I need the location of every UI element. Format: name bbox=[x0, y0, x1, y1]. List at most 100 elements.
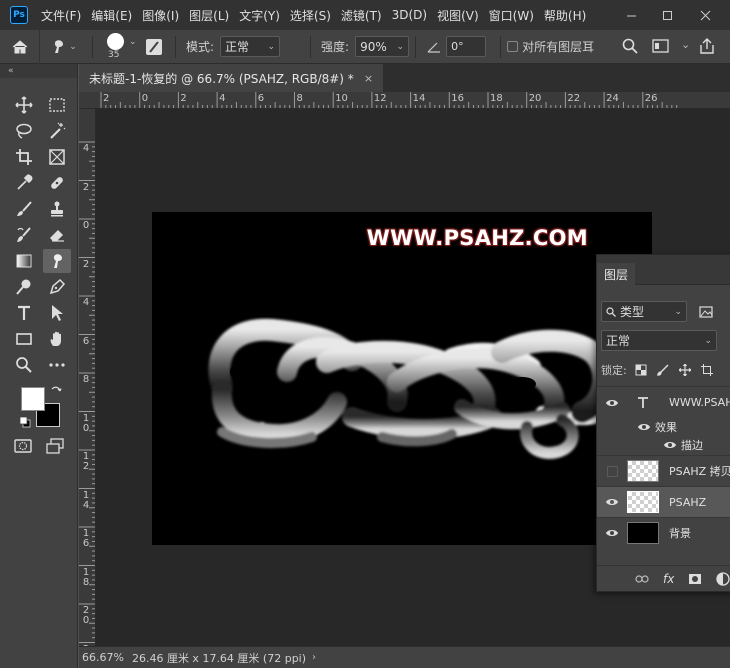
magic-wand-tool[interactable] bbox=[43, 119, 71, 143]
path-selection-tool[interactable] bbox=[43, 301, 71, 325]
stroke-effect-row[interactable]: 描边 bbox=[597, 436, 730, 454]
ruler-label: 0 bbox=[82, 220, 90, 231]
lock-artboard-icon[interactable] bbox=[700, 364, 713, 376]
menu-help[interactable]: 帮助(H) bbox=[539, 7, 591, 24]
crop-tool[interactable] bbox=[10, 145, 38, 169]
filter-kind-dropdown[interactable]: 类型 ⌄ bbox=[601, 301, 687, 322]
pen-tool[interactable] bbox=[43, 275, 71, 299]
brush-tool[interactable] bbox=[10, 197, 38, 221]
share-button[interactable] bbox=[698, 37, 716, 58]
minimize-button[interactable] bbox=[614, 0, 648, 30]
edit-toolbar-button[interactable] bbox=[43, 353, 71, 377]
chevron-down-icon[interactable]: ⌄ bbox=[681, 38, 690, 51]
tab-layers[interactable]: 图层 bbox=[597, 263, 635, 285]
sample-all-layers-checkbox[interactable] bbox=[507, 41, 519, 52]
healing-brush-tool[interactable] bbox=[43, 171, 71, 195]
ruler-label: 20 bbox=[82, 605, 90, 626]
add-layer-style-button[interactable]: fx bbox=[663, 572, 674, 586]
angle-value: 0° bbox=[451, 40, 464, 53]
image-filter-icon[interactable] bbox=[699, 305, 713, 318]
document-tab[interactable]: 未标题-1-恢复的 @ 66.7% (PSAHZ, RGB/8#) * × bbox=[79, 64, 384, 92]
quick-mask-button[interactable] bbox=[13, 437, 33, 458]
zoom-level[interactable]: 66.67% bbox=[82, 651, 124, 664]
menu-image[interactable]: 图像(I) bbox=[137, 7, 184, 24]
rectangle-tool[interactable] bbox=[10, 327, 38, 351]
menu-select[interactable]: 选择(S) bbox=[285, 7, 336, 24]
visibility-toggle[interactable] bbox=[597, 465, 627, 477]
link-layers-icon[interactable] bbox=[635, 574, 649, 584]
menu-view[interactable]: 视图(V) bbox=[432, 7, 484, 24]
minimize-icon bbox=[626, 15, 636, 16]
visibility-toggle[interactable] bbox=[597, 440, 681, 450]
layer-row-psahz[interactable]: PSAHZ bbox=[597, 486, 730, 517]
zoom-tool[interactable] bbox=[10, 353, 38, 377]
divider bbox=[415, 35, 417, 58]
screen-mode-button[interactable] bbox=[45, 437, 65, 458]
foreground-color-swatch[interactable] bbox=[21, 387, 45, 411]
mode-dropdown[interactable]: 正常 ⌄ bbox=[220, 36, 281, 57]
menu-edit[interactable]: 编辑(E) bbox=[86, 7, 137, 24]
visibility-toggle[interactable] bbox=[597, 497, 627, 507]
ruler-label: 2 bbox=[82, 258, 90, 270]
chevron-down-icon: ⌄ bbox=[69, 41, 77, 52]
lasso-tool[interactable] bbox=[10, 119, 38, 143]
visibility-toggle[interactable] bbox=[597, 528, 627, 538]
ruler-label: 6 bbox=[257, 93, 265, 104]
hand-tool[interactable] bbox=[43, 327, 71, 351]
marquee-tool[interactable] bbox=[43, 93, 71, 117]
tool-preset-picker[interactable]: ⌄ bbox=[40, 38, 86, 56]
history-brush-tool[interactable] bbox=[10, 223, 38, 247]
dodge-tool[interactable] bbox=[10, 275, 38, 299]
visibility-toggle[interactable] bbox=[597, 398, 627, 408]
arrow-cursor-icon bbox=[52, 305, 63, 321]
ruler-label: 14 bbox=[82, 489, 90, 511]
brush-preset-picker[interactable]: 35 ⌄ bbox=[99, 30, 139, 64]
type-tool[interactable] bbox=[10, 301, 38, 325]
strength-label: 强度: bbox=[321, 40, 350, 54]
layer-filter-row: 类型 ⌄ bbox=[601, 301, 713, 322]
blend-mode-dropdown[interactable]: 正常 ⌄ bbox=[601, 330, 717, 351]
brush-settings-button[interactable] bbox=[139, 38, 169, 56]
layer-row-background[interactable]: 背景 bbox=[597, 517, 730, 548]
menu-file[interactable]: 文件(F) bbox=[36, 7, 86, 24]
eyedropper-tool[interactable] bbox=[10, 171, 38, 195]
lock-position-icon[interactable] bbox=[678, 364, 691, 376]
layer-name: WWW.PSAH bbox=[669, 396, 730, 409]
clone-stamp-tool[interactable] bbox=[43, 197, 71, 221]
add-mask-icon[interactable] bbox=[688, 573, 702, 585]
move-tool[interactable] bbox=[10, 93, 38, 117]
status-menu-arrow-icon[interactable]: › bbox=[312, 652, 316, 663]
smudge-tool[interactable] bbox=[43, 249, 71, 273]
menu-filter[interactable]: 滤镜(T) bbox=[336, 7, 387, 24]
search-button[interactable] bbox=[622, 38, 638, 57]
layer-effects-row[interactable]: 效果 bbox=[597, 418, 730, 436]
gradient-tool[interactable] bbox=[10, 249, 38, 273]
layer-row-text[interactable]: WWW.PSAH bbox=[597, 386, 730, 418]
default-colors-icon[interactable] bbox=[19, 416, 31, 428]
visibility-toggle[interactable] bbox=[597, 422, 655, 432]
mode-label: 模式: bbox=[186, 40, 215, 54]
swap-colors-icon[interactable] bbox=[50, 385, 62, 397]
menu-type[interactable]: 文字(Y) bbox=[234, 7, 285, 24]
adjustment-layer-icon[interactable] bbox=[716, 571, 730, 586]
menu-window[interactable]: 窗口(W) bbox=[484, 7, 539, 24]
lock-pixels-icon[interactable] bbox=[656, 364, 669, 376]
lock-transparent-icon[interactable] bbox=[635, 364, 647, 376]
document-canvas[interactable]: WWW.PSAHZ.COM bbox=[152, 212, 652, 545]
menu-layer[interactable]: 图层(L) bbox=[184, 7, 234, 24]
strength-field[interactable]: 90% ⌄ bbox=[355, 36, 410, 57]
search-icon bbox=[606, 306, 616, 317]
eraser-tool[interactable] bbox=[43, 223, 71, 247]
maximize-button[interactable] bbox=[650, 0, 684, 30]
menu-3d[interactable]: 3D(D) bbox=[387, 8, 432, 22]
angle-input[interactable]: 0° bbox=[446, 36, 487, 57]
layer-row-psahz-copy[interactable]: PSAHZ 拷贝 bbox=[597, 455, 730, 486]
close-tab-icon[interactable]: × bbox=[364, 72, 373, 85]
workspace-button[interactable] bbox=[652, 38, 670, 57]
close-window-button[interactable] bbox=[688, 0, 722, 30]
layers-panel: 图层 类型 ⌄ 正常 ⌄ 锁定: WWW.PSAH 效果 描边 PSAHZ 拷贝… bbox=[596, 254, 730, 592]
home-button[interactable] bbox=[0, 29, 40, 64]
stamp-icon bbox=[51, 201, 63, 217]
collapse-toolbar-button[interactable]: « bbox=[0, 64, 77, 78]
frame-tool[interactable] bbox=[43, 145, 71, 169]
